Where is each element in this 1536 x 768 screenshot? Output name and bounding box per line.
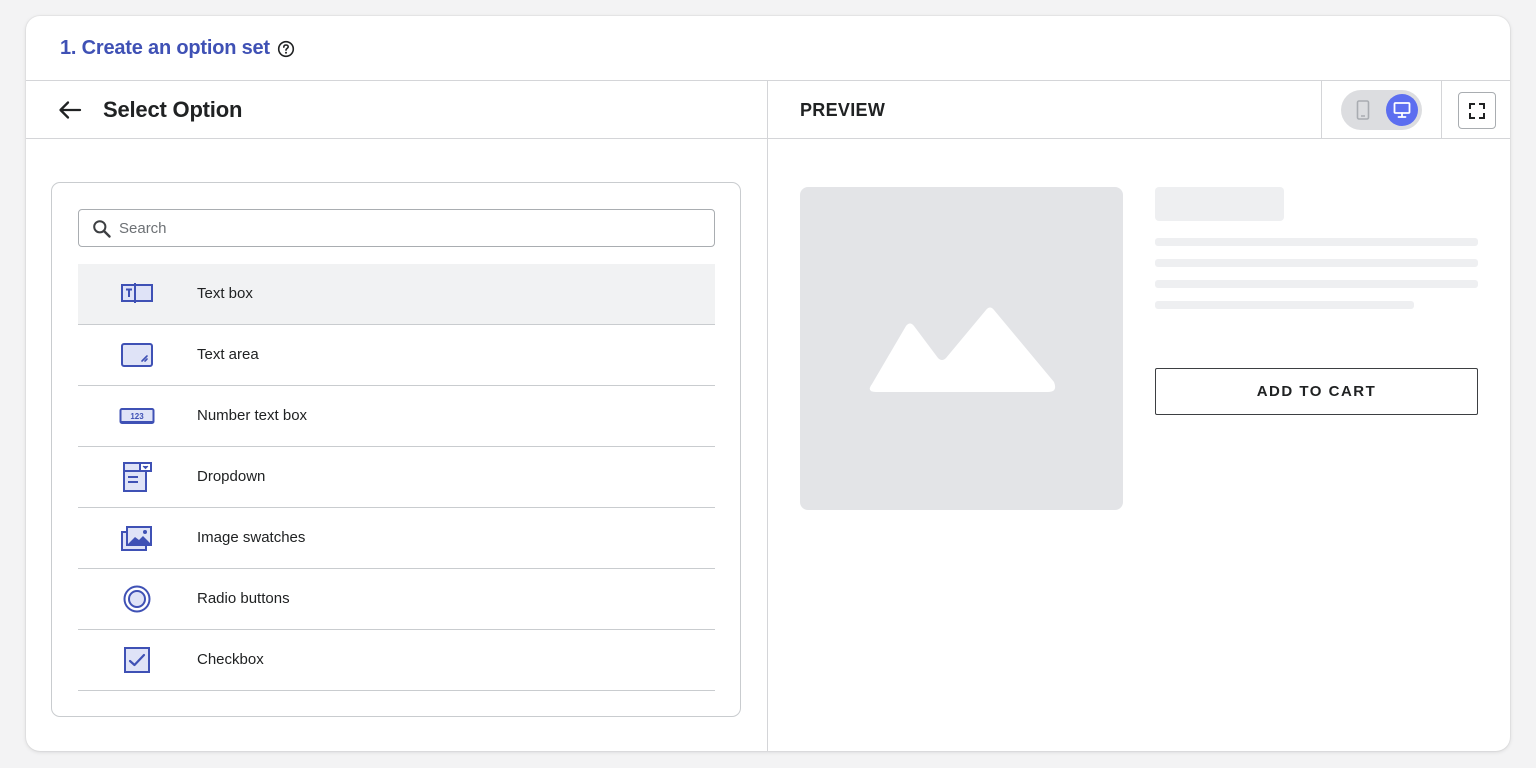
option-set-card: 1. Create an option set Select Option Se…	[26, 16, 1510, 751]
checkbox-icon	[119, 646, 155, 674]
description-skeleton-line	[1155, 301, 1414, 309]
product-title-skeleton	[1155, 187, 1284, 221]
option-label: Radio buttons	[197, 590, 290, 607]
search-icon	[92, 219, 112, 244]
select-option-header: Select Option	[26, 81, 767, 139]
search-field[interactable]	[78, 209, 715, 247]
option-label: Dropdown	[197, 468, 266, 485]
preview-title: PREVIEW	[800, 100, 886, 120]
dropdown-icon	[119, 462, 155, 492]
card-header: 1. Create an option set	[26, 16, 1510, 81]
select-option-title: Select Option	[103, 97, 243, 122]
fullscreen-button[interactable]	[1458, 92, 1496, 129]
mobile-icon	[1356, 100, 1370, 120]
option-type-list-container: Text box Text area	[51, 182, 741, 717]
page-title: 1. Create an option set	[60, 36, 270, 59]
description-skeleton-line	[1155, 238, 1478, 246]
option-label: Number text box	[197, 407, 308, 424]
search-input[interactable]	[119, 214, 699, 242]
fullscreen-icon	[1469, 102, 1485, 119]
arrow-left-icon	[59, 101, 82, 119]
help-circle-icon[interactable]	[277, 40, 295, 58]
device-toggle	[1341, 90, 1422, 130]
description-skeleton-line	[1155, 280, 1478, 288]
preview-panel: PREVIEW ADD TO CART	[768, 81, 1510, 751]
option-item-radio-buttons[interactable]: Radio buttons	[78, 569, 715, 630]
number-text-box-icon: 123	[119, 402, 155, 430]
option-item-number-text-box[interactable]: 123 Number text box	[78, 386, 715, 447]
option-label: Image swatches	[197, 529, 306, 546]
image-swatches-icon	[119, 524, 155, 552]
product-image-placeholder	[800, 187, 1123, 510]
option-list: Text box Text area 123 Number text box D…	[78, 264, 715, 691]
select-option-panel: Select Option Search Text box Text area …	[26, 81, 768, 751]
desktop-view-button[interactable]	[1386, 94, 1418, 126]
option-label: Text area	[197, 346, 259, 363]
desktop-icon	[1393, 102, 1411, 118]
mobile-view-button[interactable]	[1347, 94, 1379, 126]
add-to-cart-button[interactable]: ADD TO CART	[1155, 368, 1478, 415]
text-area-icon	[119, 341, 155, 369]
preview-header: PREVIEW	[768, 81, 1510, 139]
radio-buttons-icon	[119, 585, 155, 613]
device-toggle-wrapper	[1321, 81, 1442, 139]
option-label: Checkbox	[197, 651, 264, 668]
option-item-text-box[interactable]: Text box	[78, 264, 715, 325]
option-label: Text box	[197, 285, 253, 302]
svg-text:123: 123	[130, 412, 144, 421]
text-box-icon	[119, 280, 155, 308]
option-item-dropdown[interactable]: Dropdown	[78, 447, 715, 508]
option-item-text-area[interactable]: Text area	[78, 325, 715, 386]
description-skeleton-line	[1155, 259, 1478, 267]
option-item-checkbox[interactable]: Checkbox	[78, 630, 715, 691]
option-item-image-swatches[interactable]: Image swatches	[78, 508, 715, 569]
mountain-image-icon	[869, 307, 1055, 392]
back-button[interactable]	[56, 98, 84, 122]
